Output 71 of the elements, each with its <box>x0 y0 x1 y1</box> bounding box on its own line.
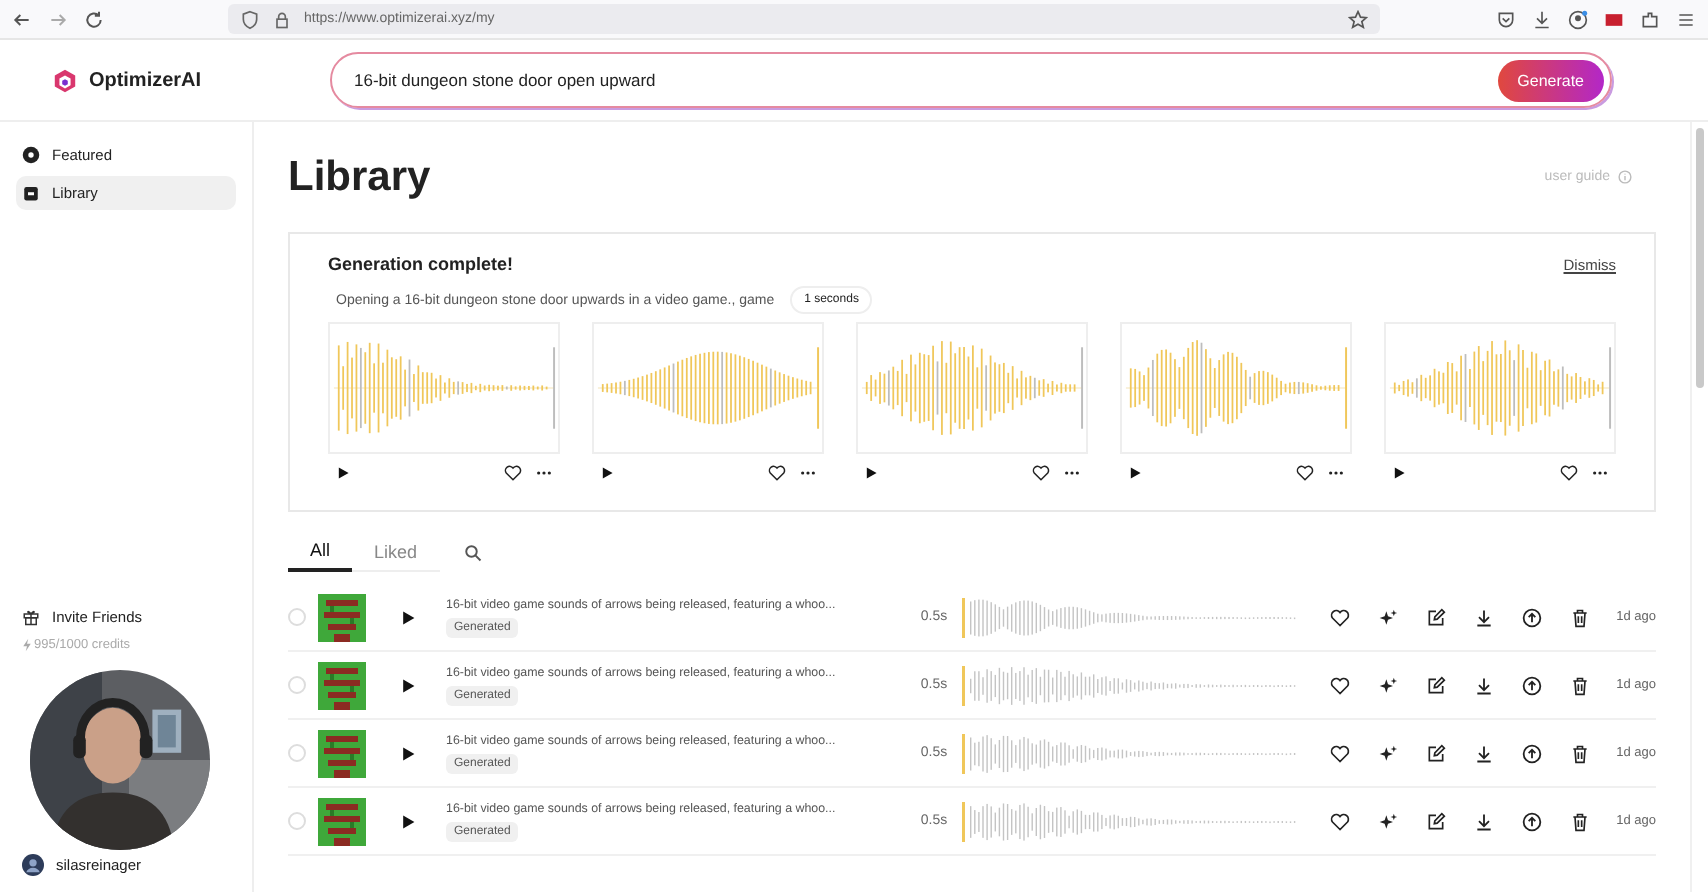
heart-icon[interactable] <box>1330 675 1350 695</box>
play-icon[interactable] <box>336 466 350 480</box>
generate-button[interactable]: Generate <box>1497 59 1604 101</box>
heart-icon[interactable] <box>1032 464 1050 482</box>
shield-icon <box>240 9 260 29</box>
search-icon[interactable] <box>463 543 482 561</box>
heart-icon[interactable] <box>1330 811 1350 831</box>
tab[interactable]: All <box>288 532 353 572</box>
download-icon[interactable] <box>1474 607 1494 627</box>
upload-icon[interactable] <box>1522 811 1542 831</box>
play-icon[interactable] <box>1128 466 1142 480</box>
logo-icon <box>52 67 79 93</box>
trash-icon[interactable] <box>1570 607 1590 627</box>
download-icon[interactable] <box>1474 743 1494 763</box>
edit-icon[interactable] <box>1426 743 1446 763</box>
heart-icon[interactable] <box>768 464 786 482</box>
heart-icon[interactable] <box>1296 464 1314 482</box>
play-icon[interactable] <box>600 466 614 480</box>
heart-icon[interactable] <box>1330 607 1350 627</box>
more-icon[interactable] <box>1328 470 1344 476</box>
play-icon[interactable] <box>864 466 878 480</box>
play-icon[interactable] <box>1392 466 1406 480</box>
gift-icon <box>22 608 40 626</box>
play-icon[interactable] <box>400 813 416 829</box>
panel-title: Generation complete! <box>328 254 514 274</box>
sparkle-icon[interactable] <box>1378 607 1398 627</box>
lock-icon <box>272 9 292 29</box>
sparkle-icon[interactable] <box>1378 811 1398 831</box>
select-radio[interactable] <box>288 744 306 762</box>
play-icon[interactable] <box>400 745 416 761</box>
menu-icon[interactable] <box>1676 9 1696 29</box>
folder-icon <box>22 184 40 202</box>
more-icon[interactable] <box>1064 470 1080 476</box>
download-icon[interactable] <box>1474 811 1494 831</box>
download-icon[interactable] <box>1532 9 1552 29</box>
heart-icon[interactable] <box>504 464 522 482</box>
sparkle-icon[interactable] <box>1378 675 1398 695</box>
edit-icon[interactable] <box>1426 675 1446 695</box>
play-icon[interactable] <box>400 677 416 693</box>
select-radio[interactable] <box>288 676 306 694</box>
heart-icon[interactable] <box>1560 464 1578 482</box>
trash-icon[interactable] <box>1570 675 1590 695</box>
bolt-icon <box>22 638 32 652</box>
reload-icon[interactable] <box>84 9 104 29</box>
heart-icon[interactable] <box>1330 743 1350 763</box>
more-icon[interactable] <box>800 470 816 476</box>
star-icon[interactable] <box>1348 9 1368 29</box>
sparkle-icon[interactable] <box>1378 743 1398 763</box>
select-radio[interactable] <box>288 608 306 626</box>
more-icon[interactable] <box>1592 470 1608 476</box>
avatar-icon <box>22 854 44 876</box>
back-icon[interactable] <box>12 9 32 29</box>
play-icon[interactable] <box>400 609 416 625</box>
tab[interactable]: Liked <box>352 532 440 572</box>
account-icon[interactable] <box>1568 9 1588 29</box>
edit-icon[interactable] <box>1426 811 1446 831</box>
edit-icon[interactable] <box>1426 607 1446 627</box>
more-icon[interactable] <box>536 470 552 476</box>
trash-icon[interactable] <box>1570 743 1590 763</box>
upload-icon[interactable] <box>1522 607 1542 627</box>
download-icon[interactable] <box>1474 675 1494 695</box>
upload-icon[interactable] <box>1522 743 1542 763</box>
page-title: Library <box>288 153 431 201</box>
upload-icon[interactable] <box>1522 675 1542 695</box>
pocket-icon[interactable] <box>1496 9 1516 29</box>
select-radio[interactable] <box>288 812 306 830</box>
brand-name: OptimizerAI <box>88 69 202 91</box>
extension-icon[interactable] <box>1604 9 1624 29</box>
prompt-field[interactable]: 16-bit dungeon stone door open upward Generate <box>330 52 1612 108</box>
info-icon <box>1618 170 1632 184</box>
trash-icon[interactable] <box>1570 811 1590 831</box>
